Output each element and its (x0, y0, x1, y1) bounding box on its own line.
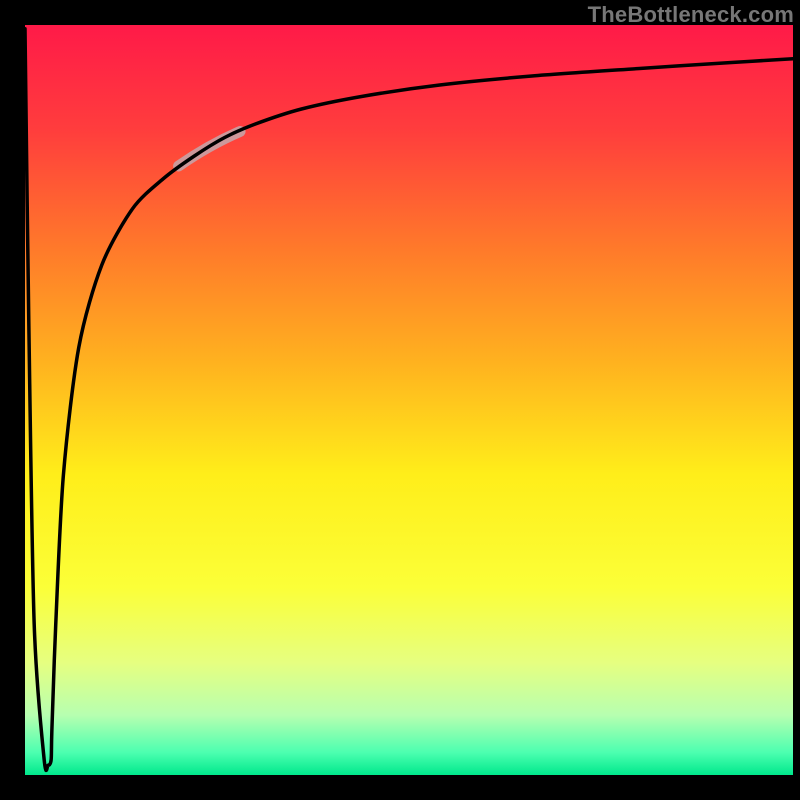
chart-gradient-background (25, 25, 793, 775)
chart-svg (0, 0, 800, 800)
chart-container: TheBottleneck.com (0, 0, 800, 800)
